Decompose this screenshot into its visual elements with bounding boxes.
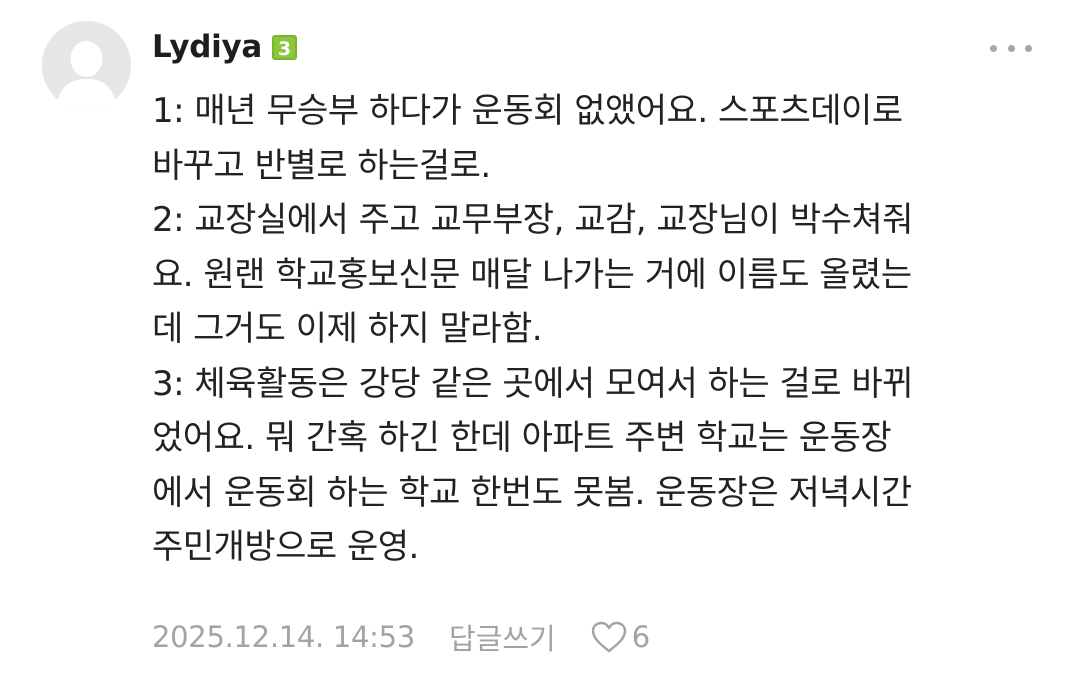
comment-body-line: 바꾸고 반별로 하는걸로.: [152, 145, 491, 186]
comment-body-line: 1: 매년 무승부 하다가 운동회 없앴어요. 스포츠데이로: [152, 91, 903, 131]
heart-outline-icon: [591, 621, 626, 653]
reply-button[interactable]: 답글쓰기: [449, 616, 556, 658]
comment-body: 1: 매년 무승부 하다가 운동회 없앴어요. 스포츠데이로 바꾸고 반별로 하…: [152, 84, 1042, 575]
comment-body-line: 에서 운동회 하는 학교 한번도 못봄. 운동장은 저녁시간: [152, 472, 912, 513]
more-options-button[interactable]: [990, 38, 1032, 58]
comment-body-line: 3: 체육활동은 강당 같은 곳에서 모여서 하는 걸로 바뀌: [152, 363, 913, 404]
more-options-icon: [1025, 44, 1032, 52]
timestamp: 2025.12.14. 14:53: [152, 620, 415, 654]
comment-body-line: 2: 교장실에서 주고 교무부장, 교감, 교장님이 박수쳐줘: [152, 200, 913, 240]
more-options-icon: [990, 44, 997, 52]
avatar[interactable]: [42, 21, 131, 110]
like-count: 6: [631, 620, 651, 654]
comment-body-line: 데 그거도 이제 하지 말라함.: [152, 309, 543, 349]
comment-body-line: 었어요. 뭐 간혹 하긴 한데 아파트 주변 학교는 운동장: [152, 418, 892, 458]
comment-body-line: 주민개방으로 운영.: [152, 527, 419, 567]
more-options-icon: [1007, 44, 1015, 52]
level-badge: 3: [272, 34, 297, 60]
comment-footer: 2025.12.14. 14:53 답글쓰기 6: [152, 612, 650, 662]
author-name[interactable]: Lydiya: [152, 29, 262, 65]
comment-body-line: 요. 원랜 학교홍보신문 매달 나가는 거에 이름도 올렸는: [152, 254, 912, 295]
default-profile-icon: [42, 21, 131, 110]
like-button[interactable]: 6: [590, 620, 650, 654]
comment-header: Lydiya 3: [152, 24, 297, 70]
comment-item: Lydiya 3 1: 매년 무승부 하다가 운동회 없앴어요. 스포츠데이로 …: [0, 0, 1079, 684]
